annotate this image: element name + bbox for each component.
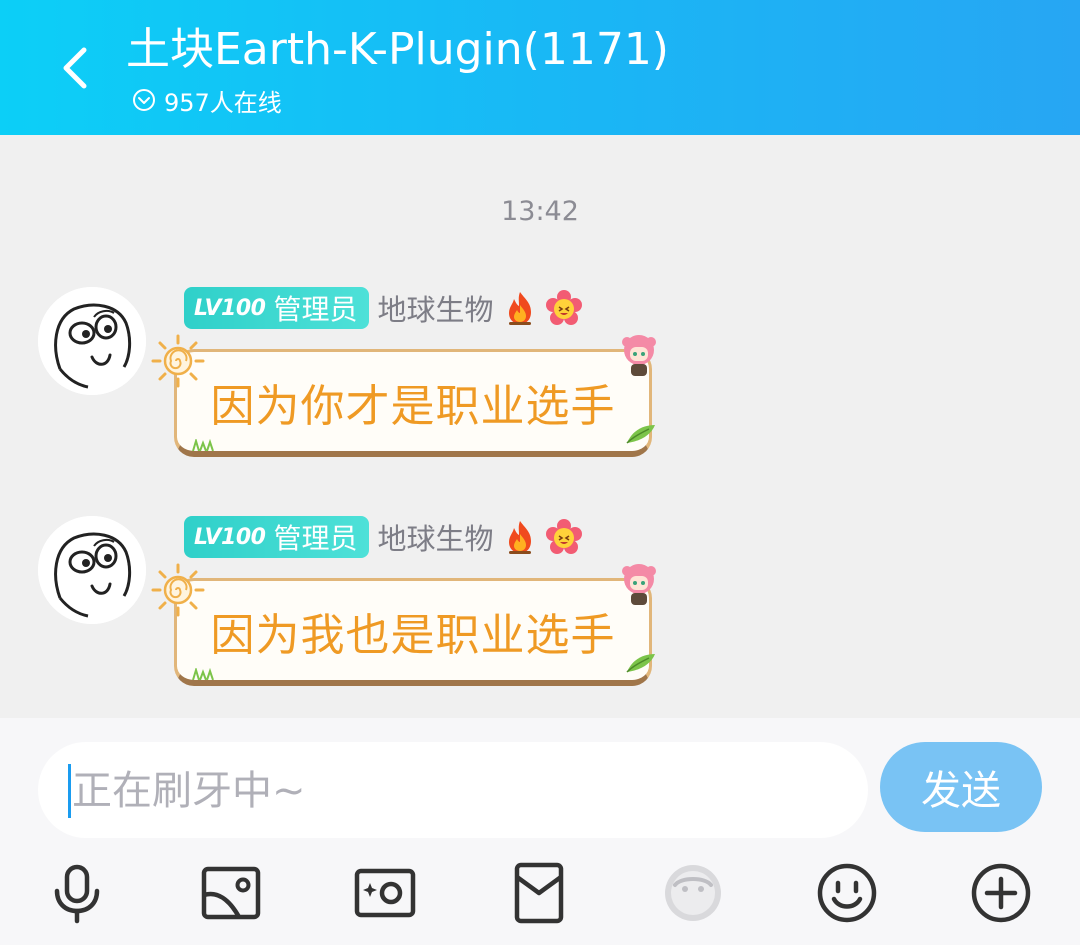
microphone-icon xyxy=(54,864,100,924)
grass-icon xyxy=(192,668,214,680)
chevron-left-icon xyxy=(63,47,87,89)
message-text: 因为你才是职业选手 xyxy=(210,380,616,432)
group-title[interactable]: 土块Earth-K-Plugin(1171) xyxy=(126,22,669,78)
sender-name[interactable]: 地球生物 xyxy=(377,287,493,329)
online-count: 957人在线 xyxy=(164,88,282,117)
text-cursor xyxy=(68,764,71,818)
camera-icon xyxy=(354,868,416,918)
more-button[interactable] xyxy=(966,858,1036,928)
emoji-icon xyxy=(817,863,877,923)
level-badge: LV100 管理员 xyxy=(184,516,370,558)
sender-info: LV100 管理员 地球生物 xyxy=(184,516,583,558)
role-label: 管理员 xyxy=(273,293,358,326)
leaf-icon xyxy=(626,425,655,444)
sender-info: LV100 管理员 地球生物 xyxy=(184,287,583,329)
message-text: 因为我也是职业选手 xyxy=(210,609,616,661)
meme-face-icon xyxy=(38,516,146,624)
sun-swirl-icon xyxy=(151,563,205,617)
input-panel: 正在刷牙中~ 发送 xyxy=(0,718,1080,945)
image-button[interactable] xyxy=(196,858,266,928)
grass-icon xyxy=(192,439,214,451)
message-bubble[interactable]: 因为我也是职业选手 xyxy=(151,563,656,686)
voice-button[interactable] xyxy=(42,858,112,928)
avatar[interactable] xyxy=(38,516,146,624)
avatar[interactable] xyxy=(38,287,146,395)
sender-name[interactable]: 地球生物 xyxy=(377,516,493,558)
leaf-icon xyxy=(626,654,655,673)
role-label: 管理员 xyxy=(273,522,358,555)
plus-icon xyxy=(971,863,1031,923)
chat-message: LV100 管理员 地球生物 xyxy=(0,516,1080,716)
emoji-button[interactable] xyxy=(812,858,882,928)
level-label: LV100 xyxy=(194,295,266,321)
chevron-down-circle-icon xyxy=(133,89,155,111)
flower-icon xyxy=(546,519,583,554)
sun-swirl-icon xyxy=(151,334,205,388)
chat-header: 土块Earth-K-Plugin(1171) 957人在线 xyxy=(0,0,1080,135)
send-button[interactable]: 发送 xyxy=(880,742,1042,832)
message-timestamp: 13:42 xyxy=(501,196,579,227)
image-icon xyxy=(201,866,261,920)
camera-button[interactable] xyxy=(350,858,420,928)
input-placeholder: 正在刷牙中~ xyxy=(72,768,306,814)
red-packet-icon xyxy=(514,862,564,924)
online-status[interactable]: 957人在线 xyxy=(132,84,282,117)
message-input[interactable]: 正在刷牙中~ xyxy=(38,742,868,838)
anime-girl-icon xyxy=(622,335,656,376)
back-button[interactable] xyxy=(48,38,104,98)
chat-message: LV100 管理员 地球生物 xyxy=(0,287,1080,487)
fire-icon xyxy=(509,292,532,325)
level-label: LV100 xyxy=(194,524,266,550)
anime-girl-icon xyxy=(622,564,656,605)
message-bubble[interactable]: 因为你才是职业选手 xyxy=(151,334,656,457)
meme-face-icon xyxy=(38,287,146,395)
game-button[interactable] xyxy=(658,858,728,928)
flower-icon xyxy=(546,290,583,325)
level-badge: LV100 管理员 xyxy=(184,287,370,329)
game-icon xyxy=(665,865,721,921)
fire-icon xyxy=(509,521,532,554)
red-packet-button[interactable] xyxy=(504,858,574,928)
